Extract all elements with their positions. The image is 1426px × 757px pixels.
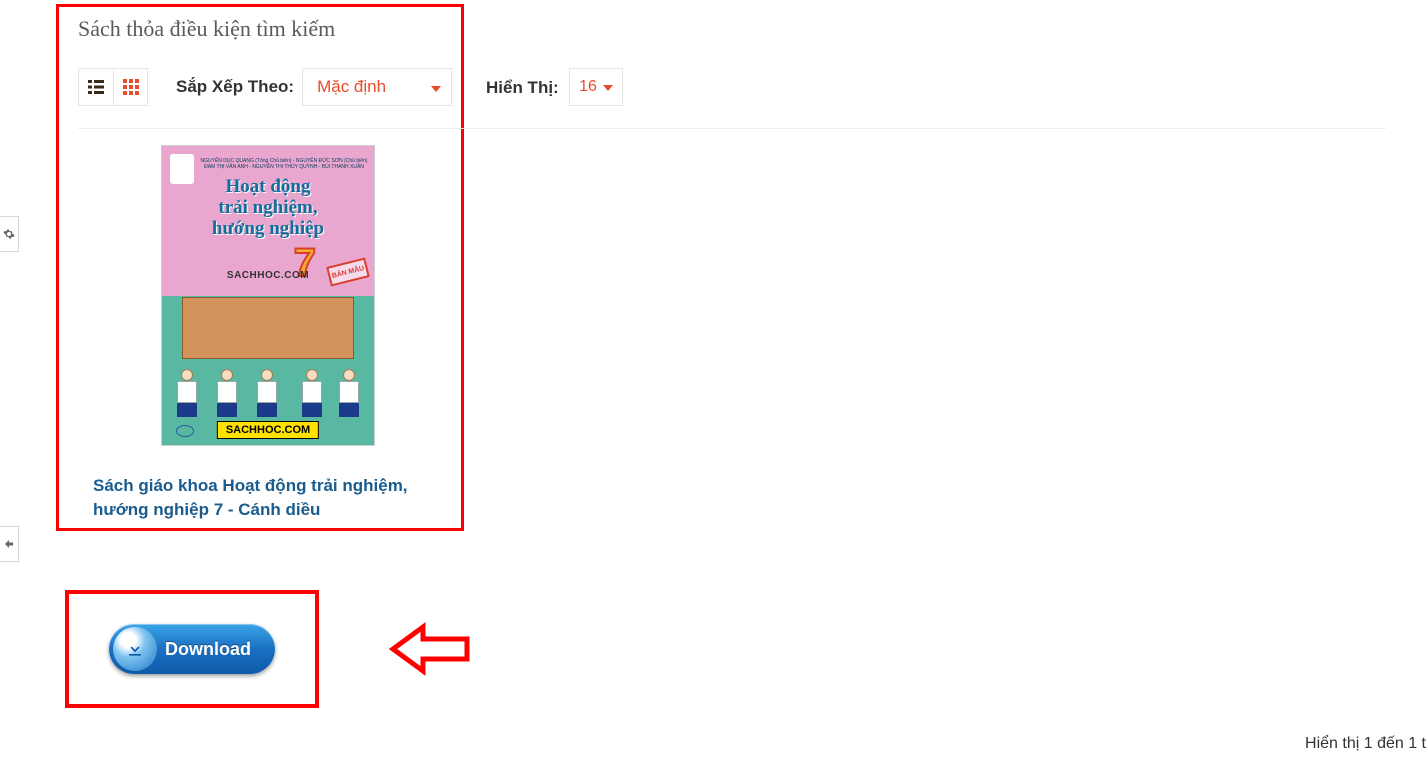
download-button[interactable]: Download	[109, 624, 275, 674]
student-figure	[334, 369, 364, 417]
toolbar: Sắp Xếp Theo: Mặc định	[78, 68, 452, 106]
publisher-mark	[176, 425, 194, 437]
view-mode-buttons	[78, 68, 148, 106]
sort-value: Mặc định	[317, 77, 386, 97]
sort-select[interactable]: Mặc định	[302, 68, 452, 106]
grid-icon	[123, 79, 139, 95]
cover-illustration	[162, 297, 374, 417]
book-card[interactable]: NGUYỄN DỤC QUANG (Tổng Chủ biên) - NGUYỄ…	[93, 145, 443, 522]
list-view-button[interactable]	[79, 69, 113, 105]
sort-label: Sắp Xếp Theo:	[176, 77, 294, 97]
cover-watermark: SACHHOC.COM	[227, 270, 309, 281]
list-icon	[88, 80, 104, 94]
book-title[interactable]: Sách giáo khoa Hoạt động trải nghiệm, hư…	[93, 474, 443, 522]
grid-view-button[interactable]	[113, 69, 147, 105]
student-figure	[252, 369, 282, 417]
download-arrow-icon	[113, 627, 157, 671]
arrow-icon	[3, 538, 15, 550]
annotation-arrow	[353, 619, 471, 684]
chevron-down-icon	[431, 77, 441, 97]
show-value: 16	[579, 78, 597, 96]
cover-bottom-tag: SACHHOC.COM	[217, 421, 319, 439]
student-figure	[212, 369, 242, 417]
divider	[78, 128, 1386, 129]
furniture-illustration	[182, 297, 354, 359]
side-tab-settings[interactable]	[0, 216, 19, 252]
page-title: Sách thỏa điều kiện tìm kiếm	[78, 16, 335, 42]
student-figure	[297, 369, 327, 417]
show-label: Hiển Thị:	[486, 78, 559, 98]
student-figure	[172, 369, 202, 417]
side-tab-scroll[interactable]	[0, 526, 19, 562]
arrow-left-icon	[353, 619, 471, 679]
book-cover: NGUYỄN DỤC QUANG (Tổng Chủ biên) - NGUYỄ…	[161, 145, 375, 446]
cover-authors: NGUYỄN DỤC QUANG (Tổng Chủ biên) - NGUYỄ…	[200, 158, 368, 170]
cover-title-line: trải nghiệm,	[218, 197, 317, 218]
cover-title: Hoạt động trải nghiệm, hướng nghiệp	[162, 176, 374, 239]
highlight-box-download: Download	[65, 590, 319, 708]
cover-title-line: hướng nghiệp	[212, 218, 324, 239]
cover-title-line: Hoạt động	[226, 176, 311, 197]
gear-icon	[3, 228, 15, 240]
chevron-down-icon	[603, 78, 613, 96]
show-select[interactable]: 16	[569, 68, 623, 106]
pagination-info: Hiển thị 1 đến 1 t	[1305, 731, 1426, 757]
download-label: Download	[165, 639, 251, 660]
